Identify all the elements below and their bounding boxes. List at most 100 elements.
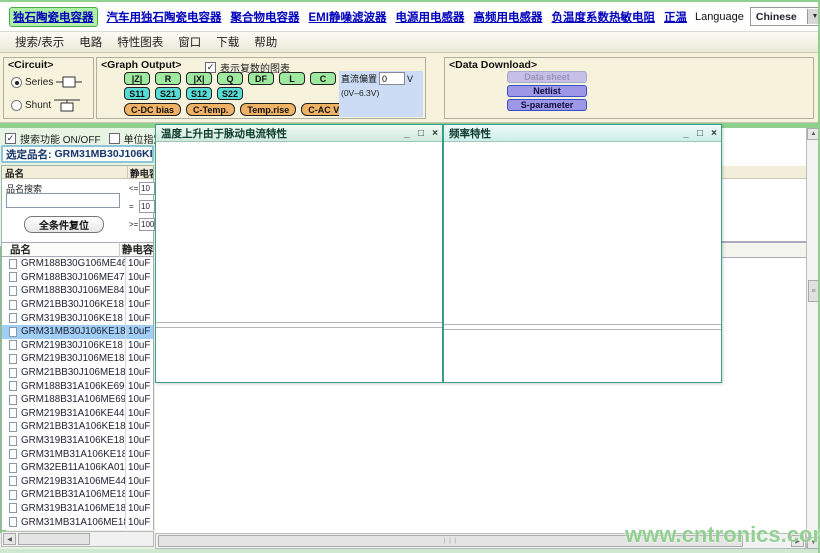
part-name: GRM31MB30J106KE18 [21,326,125,337]
dc-bias-input[interactable] [379,72,405,85]
capacitance-filter-row: >=100000 [129,216,155,233]
menu-item[interactable]: 搜索/表示 [15,34,64,50]
temp-rise-window-titlebar[interactable]: 温度上升由于脉动电流特性 _ □ × [156,125,442,142]
part-list-item[interactable]: GRM31MB30J106KE1810uF [2,325,153,339]
frequency-window: 频率特性 _ □ × [443,124,722,383]
reset-filters-button[interactable]: 全条件复位 [24,216,104,233]
part-list-item[interactable]: GRM188B30J106ME8410uF [2,284,153,298]
part-list-item[interactable]: GRM32EB11A106KA0110uF [2,461,153,475]
menu-item[interactable]: 下载 [216,34,239,50]
document-icon [9,436,17,446]
download-s-parameter-button[interactable]: S-parameter [507,99,587,111]
graph-sparam-button[interactable]: S11 [124,87,150,100]
close-icon[interactable]: × [707,128,721,139]
part-list-item[interactable]: GRM319B30J106KE1810uF [2,311,153,325]
filter-operator: = [129,202,139,211]
graph-param-button[interactable]: Q [217,72,243,85]
part-capacitance: 10uF [125,420,153,434]
topnav-link[interactable]: 高频用电感器 [473,9,542,25]
graph-param-button[interactable]: |Z| [124,72,150,85]
graph-characteristic-button[interactable]: C-Temp. [186,103,235,116]
graph-param-button[interactable]: L [279,72,305,85]
graph-param-button[interactable]: R [155,72,181,85]
download-netlist-button[interactable]: Netlist [507,85,587,97]
radio-selected-icon[interactable] [11,77,22,88]
graph-characteristic-button[interactable]: C-DC bias [124,103,181,116]
part-capacitance: 10uF [125,284,153,298]
part-name: GRM21BB31A106KE18 [21,421,125,432]
close-icon[interactable]: × [428,128,442,139]
part-name: GRM188B31A106ME69 [21,394,125,405]
graph-param-button[interactable]: |X| [186,72,212,85]
graph-sparam-button[interactable]: S12 [186,87,212,100]
part-list-item[interactable]: GRM21BB31A106KE1810uF [2,420,153,434]
series-option[interactable]: Series [11,75,82,89]
part-name: GRM319B30J106KE18 [21,313,125,324]
part-list-item[interactable]: GRM219B30J106KE1810uF [2,339,153,353]
part-list-item[interactable]: GRM31MB31A106KE1810uF [2,447,153,461]
circuit-panel: <Circuit> Series Shunt [3,57,94,119]
scroll-left-icon[interactable]: ◀ [3,533,16,545]
part-list-item[interactable]: GRM219B31A106ME4410uF [2,475,153,489]
minimize-icon[interactable]: _ [679,128,693,139]
document-icon [9,395,17,405]
graph-sparam-button[interactable]: S21 [155,87,181,100]
maximize-icon[interactable]: □ [414,128,428,139]
minimize-icon[interactable]: _ [400,128,414,139]
topnav-link[interactable]: EMI静噪滤波器 [309,9,387,25]
capacitance-filter-select[interactable]: 10 [139,182,155,195]
grip-icon: ≡ [811,288,815,295]
graph-characteristic-button[interactable]: Temp.rise [240,103,296,116]
language-select[interactable]: Chinese ▼ [750,7,820,26]
capacitance-filter-select[interactable]: 10 [139,200,155,213]
topnav-link[interactable]: 独石陶瓷电容器 [9,7,98,27]
menu-item[interactable]: 特性图表 [117,34,163,50]
part-list-item[interactable]: GRM31MB31A106ME1810uF [2,515,153,529]
document-icon [9,449,17,459]
capacitance-filter-select[interactable]: 100000 [139,218,155,231]
unit-toggle-checkbox[interactable] [109,133,120,144]
graph-param-button[interactable]: C [310,72,336,85]
menu-item[interactable]: 帮助 [254,34,277,50]
part-list-item[interactable]: GRM21BB30J106ME1810uF [2,366,153,380]
part-capacitance: 10uF [125,366,153,380]
sidebar-horizontal-scrollbar[interactable]: ◀ [1,531,154,547]
part-list-item[interactable]: GRM319B31A106KE1810uF [2,434,153,448]
filter-box: 品名 静电容量 品名搜索 全条件复位 <=10=10>=100000 [1,165,154,243]
shunt-option[interactable]: Shunt [11,97,80,113]
document-icon [9,463,17,473]
part-list-item[interactable]: GRM188B31A106ME6910uF [2,393,153,407]
menu-item[interactable]: 电路 [79,34,102,50]
part-list-item[interactable]: GRM188B31A106KE6910uF [2,379,153,393]
graph-sparam-button[interactable]: S22 [217,87,243,100]
topnav-link[interactable]: 正温 [664,9,687,25]
part-name-search-input[interactable] [6,193,120,208]
menu-bar: 搜索/表示电路特性图表窗口下载帮助 [0,32,820,53]
topnav-link[interactable]: 电源用电感器 [395,9,464,25]
frequency-window-titlebar[interactable]: 频率特性 _ □ × [444,125,721,142]
part-list-item[interactable]: GRM21BB30J106KE1810uF [2,298,153,312]
data-download-title: <Data Download> [449,59,537,71]
part-name: GRM219B31A106KE44 [21,408,125,419]
part-capacitance: 10uF [125,393,153,407]
topnav-link[interactable]: 汽车用独石陶瓷电容器 [107,9,222,25]
graph-param-button[interactable]: DF [248,72,274,85]
part-list-item[interactable]: GRM21BB31A106ME1810uF [2,488,153,502]
part-list-item[interactable]: GRM219B30J106ME1810uF [2,352,153,366]
scrollbar-thumb[interactable] [18,533,90,545]
maximize-icon[interactable]: □ [693,128,707,139]
document-icon [9,272,17,282]
part-capacitance: 10uF [125,515,153,529]
topnav-link[interactable]: 负温度系数热敏电阻 [551,9,655,25]
document-icon [9,354,17,364]
part-list-item[interactable]: GRM188B30J106ME4710uF [2,271,153,285]
topnav-link[interactable]: 聚合物电容器 [231,9,300,25]
search-toggle-checkbox[interactable]: ✓ [5,133,16,144]
part-list-item[interactable]: GRM188B30G106ME4610uF [2,257,153,271]
radio-unselected-icon[interactable] [11,100,22,111]
download-data-sheet-button: Data sheet [507,71,587,83]
part-list-item[interactable]: GRM319B31A106ME1810uF [2,502,153,516]
part-list-item[interactable]: GRM219B31A106KE4410uF [2,407,153,421]
part-capacitance: 10uF [125,298,153,312]
menu-item[interactable]: 窗口 [178,34,201,50]
